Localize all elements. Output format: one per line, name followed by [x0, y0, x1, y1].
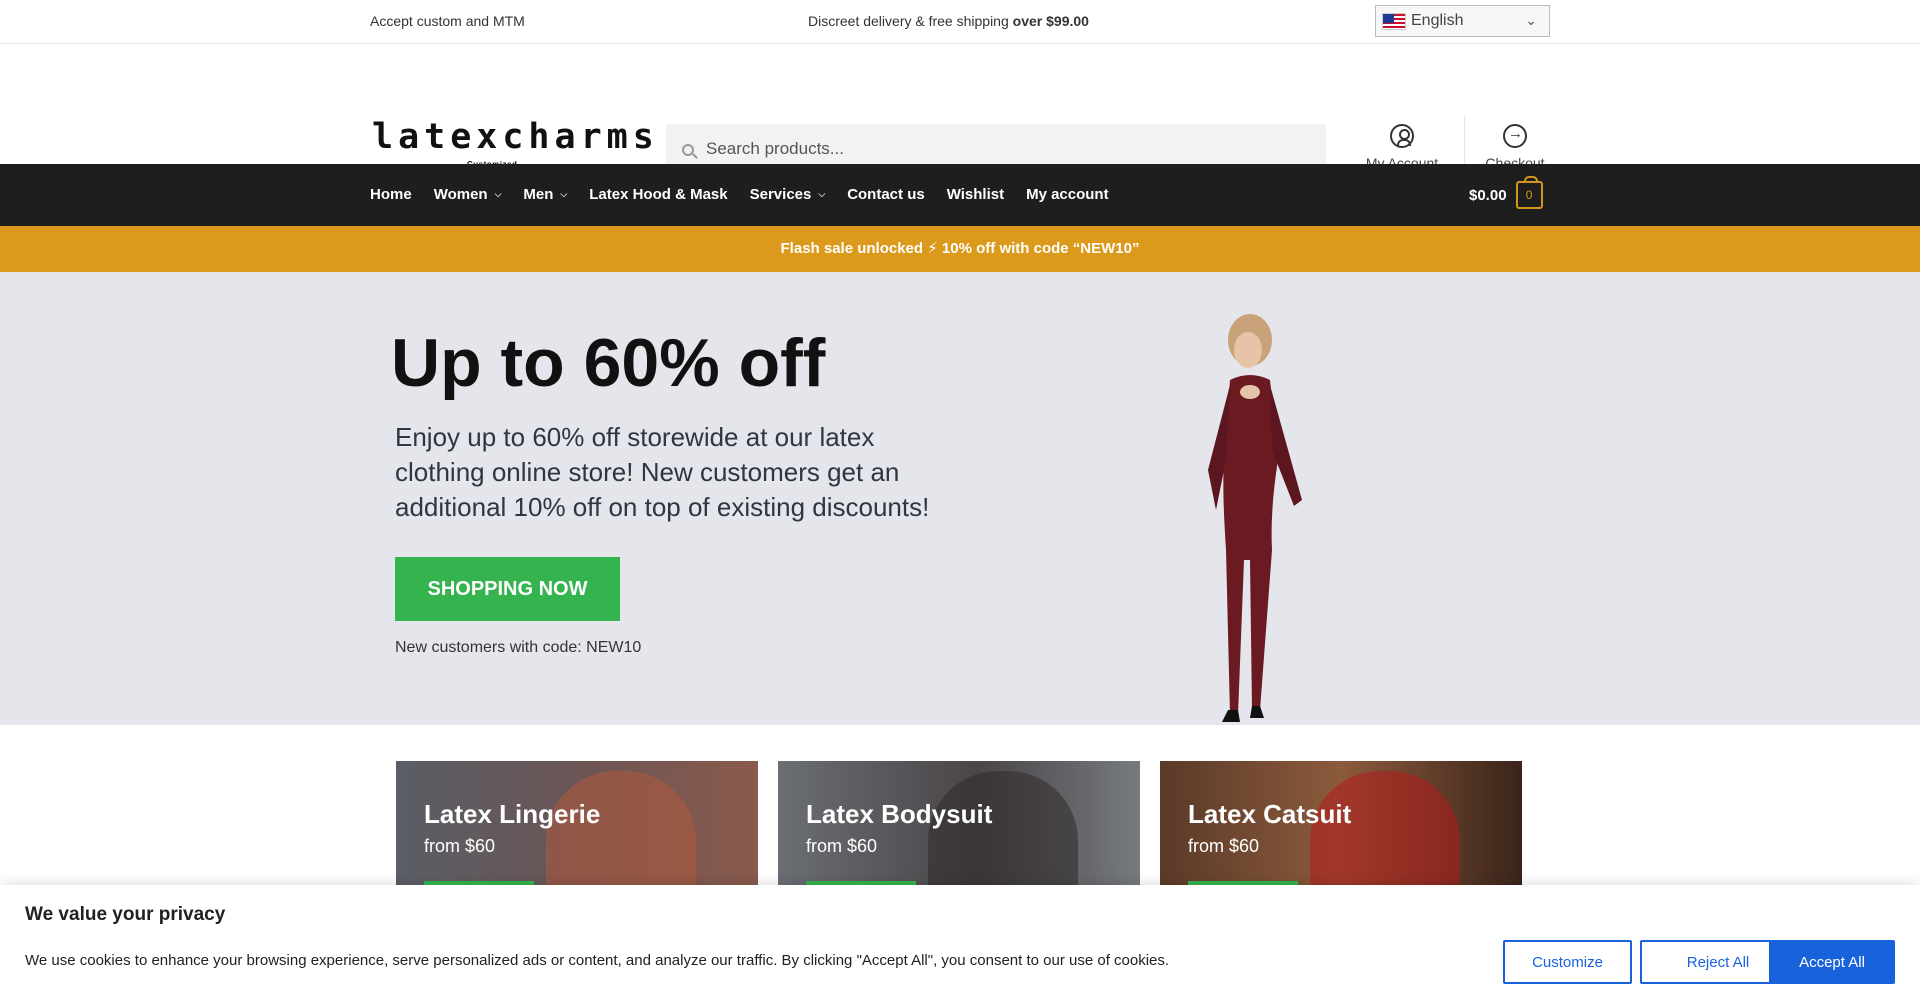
main-nav: Home Women ⌵ Men ⌵ Latex Hood & Mask Services ⌵… [0, 164, 1920, 226]
site-logo[interactable]: latexcharms [372, 120, 659, 155]
nav-item-services[interactable]: Services ⌵ [750, 186, 826, 203]
cookie-text: We use cookies to enhance your browsing … [25, 952, 1170, 969]
hero-code-note: New customers with code: NEW10 [395, 639, 642, 656]
nav-item-my-account[interactable]: My account [1026, 186, 1109, 203]
nav-item-label: Men [523, 186, 554, 203]
site-header: latexcharms Customized My Account Checko… [0, 44, 1920, 176]
topbar-left-text: Accept custom and MTM [370, 13, 525, 29]
nav-item-label: Latex Hood & Mask [589, 186, 728, 203]
nav-item-label: Wishlist [946, 186, 1005, 203]
nav-item-home[interactable]: Home [370, 186, 412, 203]
hero-title: Up to 60% off [391, 325, 826, 401]
nav-item-label: Women [433, 186, 488, 203]
chevron-down-icon: ⌵ [818, 189, 826, 199]
topbar-shipping-text: Discreet delivery & free shipping over $… [808, 13, 1089, 29]
chevron-down-icon: ⌄ [1525, 12, 1537, 28]
user-icon [1390, 124, 1414, 148]
search-input[interactable] [706, 139, 1266, 159]
top-bar: Accept custom and MTM Discreet delivery … [0, 0, 1920, 44]
flash-sale-banner: Flash sale unlocked ⚡ 10% off with code … [0, 226, 1920, 272]
nav-item-men[interactable]: Men ⌵ [523, 186, 567, 203]
cookie-banner: We value your privacy We use cookies to … [0, 885, 1920, 993]
category-title: Latex Catsuit [1188, 799, 1352, 829]
hero-model-image [1208, 314, 1302, 722]
nav-item-contact-us[interactable]: Contact us [847, 186, 925, 203]
chevron-down-icon: ⌵ [560, 189, 568, 199]
nav-item-wishlist[interactable]: Wishlist [947, 186, 1004, 203]
category-image [1310, 771, 1460, 891]
nav-item-label: Home [370, 186, 412, 203]
category-card-latex-catsuit[interactable]: Latex Catsuit from $60 [1160, 761, 1522, 891]
category-price: from $60 [424, 836, 496, 856]
language-label: English [1411, 12, 1464, 29]
search-icon [682, 144, 694, 156]
nav-menu: Home Women ⌵ Men ⌵ Latex Hood & Mask Services ⌵… [370, 186, 1131, 203]
nav-item-label: My account [1026, 186, 1109, 203]
arrow-right-icon [1503, 124, 1527, 148]
cart-bag-icon: 0 [1515, 176, 1543, 209]
category-title: Latex Bodysuit [806, 799, 993, 829]
hero-description: Enjoy up to 60% off storewide at our lat… [395, 422, 930, 522]
cart-button[interactable]: $0.00 0 [1469, 176, 1543, 209]
category-card-latex-bodysuit[interactable]: Latex Bodysuit from $60 [778, 761, 1140, 891]
cart-amount: $0.00 [1469, 186, 1507, 204]
nav-item-label: Contact us [847, 186, 925, 203]
customize-button[interactable]: Customize [1503, 940, 1632, 984]
category-image [928, 771, 1078, 891]
nav-item-women[interactable]: Women ⌵ [434, 186, 502, 203]
shopping-now-button[interactable]: SHOPPING NOW [395, 557, 620, 621]
accept-all-button[interactable]: Accept All [1769, 940, 1895, 984]
us-flag-icon [1382, 12, 1406, 30]
nav-item-label: Services [749, 186, 812, 203]
category-card-latex-lingerie[interactable]: Latex Lingerie from $60 [396, 761, 758, 891]
language-selector[interactable]: English ⌄ [1375, 5, 1550, 37]
category-title: Latex Lingerie [424, 799, 601, 829]
hero-section: Up to 60% off Enjoy up to 60% off storew… [0, 272, 1920, 725]
nav-item-latex-hood-mask[interactable]: Latex Hood & Mask [589, 186, 727, 203]
category-cards: Latex Lingerie from $60 Latex Bodysuit from… [396, 761, 1522, 891]
chevron-down-icon: ⌵ [494, 189, 502, 199]
category-image [546, 771, 696, 891]
category-price: from $60 [1188, 836, 1260, 856]
cookie-title: We value your privacy [25, 904, 226, 925]
category-price: from $60 [806, 836, 878, 856]
